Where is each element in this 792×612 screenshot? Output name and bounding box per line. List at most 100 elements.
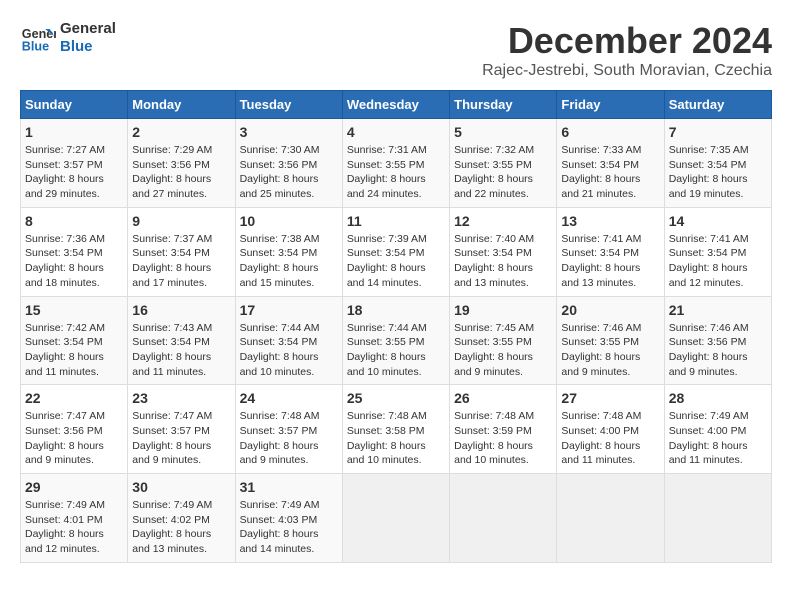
day-info: Sunrise: 7:48 AMSunset: 3:58 PMDaylight:…: [347, 410, 427, 466]
calendar-cell: 5 Sunrise: 7:32 AMSunset: 3:55 PMDayligh…: [450, 119, 557, 208]
day-number: 16: [132, 302, 230, 318]
day-info: Sunrise: 7:43 AMSunset: 3:54 PMDaylight:…: [132, 322, 212, 378]
location-title: Rajec-Jestrebi, South Moravian, Czechia: [482, 62, 772, 80]
day-info: Sunrise: 7:38 AMSunset: 3:54 PMDaylight:…: [240, 233, 320, 289]
calendar-cell: [557, 474, 664, 563]
calendar-cell: 18 Sunrise: 7:44 AMSunset: 3:55 PMDaylig…: [342, 296, 449, 385]
day-number: 8: [25, 213, 123, 229]
day-info: Sunrise: 7:41 AMSunset: 3:54 PMDaylight:…: [669, 233, 749, 289]
day-info: Sunrise: 7:49 AMSunset: 4:03 PMDaylight:…: [240, 499, 320, 555]
calendar-cell: 26 Sunrise: 7:48 AMSunset: 3:59 PMDaylig…: [450, 385, 557, 474]
calendar-cell: 23 Sunrise: 7:47 AMSunset: 3:57 PMDaylig…: [128, 385, 235, 474]
day-info: Sunrise: 7:47 AMSunset: 3:56 PMDaylight:…: [25, 410, 105, 466]
weekday-header-sunday: Sunday: [21, 91, 128, 119]
day-info: Sunrise: 7:32 AMSunset: 3:55 PMDaylight:…: [454, 144, 534, 200]
logo-line2: Blue: [60, 38, 116, 56]
day-info: Sunrise: 7:33 AMSunset: 3:54 PMDaylight:…: [561, 144, 641, 200]
day-number: 28: [669, 390, 767, 406]
calendar-cell: 29 Sunrise: 7:49 AMSunset: 4:01 PMDaylig…: [21, 474, 128, 563]
day-number: 1: [25, 124, 123, 140]
day-info: Sunrise: 7:48 AMSunset: 3:59 PMDaylight:…: [454, 410, 534, 466]
day-number: 3: [240, 124, 338, 140]
calendar-cell: 4 Sunrise: 7:31 AMSunset: 3:55 PMDayligh…: [342, 119, 449, 208]
calendar-cell: 11 Sunrise: 7:39 AMSunset: 3:54 PMDaylig…: [342, 207, 449, 296]
calendar-cell: 27 Sunrise: 7:48 AMSunset: 4:00 PMDaylig…: [557, 385, 664, 474]
day-info: Sunrise: 7:35 AMSunset: 3:54 PMDaylight:…: [669, 144, 749, 200]
calendar-cell: 24 Sunrise: 7:48 AMSunset: 3:57 PMDaylig…: [235, 385, 342, 474]
day-number: 23: [132, 390, 230, 406]
calendar-cell: 30 Sunrise: 7:49 AMSunset: 4:02 PMDaylig…: [128, 474, 235, 563]
weekday-header-tuesday: Tuesday: [235, 91, 342, 119]
calendar-cell: 7 Sunrise: 7:35 AMSunset: 3:54 PMDayligh…: [664, 119, 771, 208]
calendar-cell: 9 Sunrise: 7:37 AMSunset: 3:54 PMDayligh…: [128, 207, 235, 296]
day-info: Sunrise: 7:29 AMSunset: 3:56 PMDaylight:…: [132, 144, 212, 200]
day-info: Sunrise: 7:49 AMSunset: 4:02 PMDaylight:…: [132, 499, 212, 555]
day-info: Sunrise: 7:49 AMSunset: 4:01 PMDaylight:…: [25, 499, 105, 555]
logo-line1: General: [60, 20, 116, 38]
day-info: Sunrise: 7:46 AMSunset: 3:56 PMDaylight:…: [669, 322, 749, 378]
title-area: December 2024 Rajec-Jestrebi, South Mora…: [482, 20, 772, 80]
calendar-cell: [450, 474, 557, 563]
day-number: 25: [347, 390, 445, 406]
calendar-cell: 17 Sunrise: 7:44 AMSunset: 3:54 PMDaylig…: [235, 296, 342, 385]
day-info: Sunrise: 7:44 AMSunset: 3:55 PMDaylight:…: [347, 322, 427, 378]
day-number: 29: [25, 479, 123, 495]
calendar-cell: 16 Sunrise: 7:43 AMSunset: 3:54 PMDaylig…: [128, 296, 235, 385]
calendar-cell: 10 Sunrise: 7:38 AMSunset: 3:54 PMDaylig…: [235, 207, 342, 296]
weekday-header-monday: Monday: [128, 91, 235, 119]
calendar-cell: [664, 474, 771, 563]
day-info: Sunrise: 7:49 AMSunset: 4:00 PMDaylight:…: [669, 410, 749, 466]
day-number: 27: [561, 390, 659, 406]
day-number: 18: [347, 302, 445, 318]
day-info: Sunrise: 7:27 AMSunset: 3:57 PMDaylight:…: [25, 144, 105, 200]
month-title: December 2024: [482, 20, 772, 62]
day-number: 5: [454, 124, 552, 140]
calendar-cell: 15 Sunrise: 7:42 AMSunset: 3:54 PMDaylig…: [21, 296, 128, 385]
calendar-cell: 8 Sunrise: 7:36 AMSunset: 3:54 PMDayligh…: [21, 207, 128, 296]
day-info: Sunrise: 7:48 AMSunset: 4:00 PMDaylight:…: [561, 410, 641, 466]
day-number: 6: [561, 124, 659, 140]
day-info: Sunrise: 7:42 AMSunset: 3:54 PMDaylight:…: [25, 322, 105, 378]
day-number: 14: [669, 213, 767, 229]
calendar-cell: 28 Sunrise: 7:49 AMSunset: 4:00 PMDaylig…: [664, 385, 771, 474]
day-info: Sunrise: 7:39 AMSunset: 3:54 PMDaylight:…: [347, 233, 427, 289]
day-number: 4: [347, 124, 445, 140]
day-number: 11: [347, 213, 445, 229]
calendar-cell: 3 Sunrise: 7:30 AMSunset: 3:56 PMDayligh…: [235, 119, 342, 208]
calendar-cell: 2 Sunrise: 7:29 AMSunset: 3:56 PMDayligh…: [128, 119, 235, 208]
day-number: 7: [669, 124, 767, 140]
day-number: 31: [240, 479, 338, 495]
weekday-header-thursday: Thursday: [450, 91, 557, 119]
day-number: 17: [240, 302, 338, 318]
calendar-cell: 21 Sunrise: 7:46 AMSunset: 3:56 PMDaylig…: [664, 296, 771, 385]
calendar-cell: 25 Sunrise: 7:48 AMSunset: 3:58 PMDaylig…: [342, 385, 449, 474]
header: General Blue General Blue December 2024 …: [20, 20, 772, 80]
logo: General Blue General Blue: [20, 20, 116, 56]
day-number: 19: [454, 302, 552, 318]
calendar-cell: 13 Sunrise: 7:41 AMSunset: 3:54 PMDaylig…: [557, 207, 664, 296]
day-info: Sunrise: 7:30 AMSunset: 3:56 PMDaylight:…: [240, 144, 320, 200]
day-number: 9: [132, 213, 230, 229]
calendar-cell: 1 Sunrise: 7:27 AMSunset: 3:57 PMDayligh…: [21, 119, 128, 208]
day-info: Sunrise: 7:40 AMSunset: 3:54 PMDaylight:…: [454, 233, 534, 289]
day-number: 12: [454, 213, 552, 229]
day-info: Sunrise: 7:47 AMSunset: 3:57 PMDaylight:…: [132, 410, 212, 466]
calendar-table: SundayMondayTuesdayWednesdayThursdayFrid…: [20, 90, 772, 563]
calendar-cell: 14 Sunrise: 7:41 AMSunset: 3:54 PMDaylig…: [664, 207, 771, 296]
calendar-cell: 6 Sunrise: 7:33 AMSunset: 3:54 PMDayligh…: [557, 119, 664, 208]
day-info: Sunrise: 7:37 AMSunset: 3:54 PMDaylight:…: [132, 233, 212, 289]
calendar-cell: 20 Sunrise: 7:46 AMSunset: 3:55 PMDaylig…: [557, 296, 664, 385]
svg-text:Blue: Blue: [22, 40, 49, 54]
day-info: Sunrise: 7:45 AMSunset: 3:55 PMDaylight:…: [454, 322, 534, 378]
day-info: Sunrise: 7:41 AMSunset: 3:54 PMDaylight:…: [561, 233, 641, 289]
day-number: 21: [669, 302, 767, 318]
calendar-cell: 19 Sunrise: 7:45 AMSunset: 3:55 PMDaylig…: [450, 296, 557, 385]
day-info: Sunrise: 7:44 AMSunset: 3:54 PMDaylight:…: [240, 322, 320, 378]
logo-icon: General Blue: [20, 20, 56, 56]
day-number: 20: [561, 302, 659, 318]
day-number: 13: [561, 213, 659, 229]
weekday-header-wednesday: Wednesday: [342, 91, 449, 119]
calendar-cell: 22 Sunrise: 7:47 AMSunset: 3:56 PMDaylig…: [21, 385, 128, 474]
day-info: Sunrise: 7:48 AMSunset: 3:57 PMDaylight:…: [240, 410, 320, 466]
day-info: Sunrise: 7:31 AMSunset: 3:55 PMDaylight:…: [347, 144, 427, 200]
